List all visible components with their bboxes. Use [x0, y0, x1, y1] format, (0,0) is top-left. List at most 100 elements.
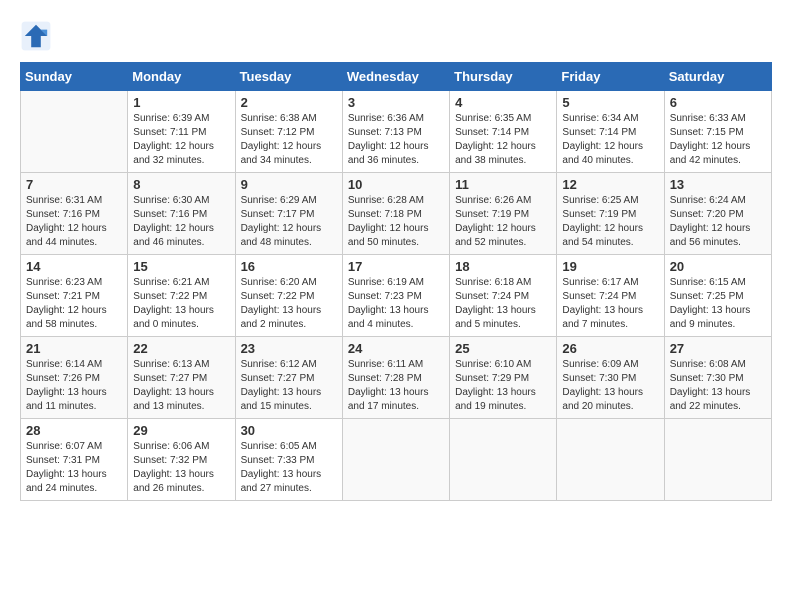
weekday-header: Wednesday	[342, 63, 449, 91]
day-number: 10	[348, 177, 444, 192]
page-header	[20, 20, 772, 52]
day-info: Sunrise: 6:36 AMSunset: 7:13 PMDaylight:…	[348, 112, 444, 168]
day-info: Sunrise: 6:28 AMSunset: 7:18 PMDaylight:…	[348, 194, 444, 250]
day-number: 14	[26, 259, 122, 274]
day-info: Sunrise: 6:11 AMSunset: 7:28 PMDaylight:…	[348, 358, 444, 414]
calendar-cell: 29 Sunrise: 6:06 AMSunset: 7:32 PMDayligh…	[128, 419, 235, 501]
day-number: 18	[455, 259, 551, 274]
day-number: 25	[455, 341, 551, 356]
calendar-cell: 4 Sunrise: 6:35 AMSunset: 7:14 PMDaylight…	[450, 91, 557, 173]
calendar-cell	[450, 419, 557, 501]
day-number: 21	[26, 341, 122, 356]
calendar-cell: 20 Sunrise: 6:15 AMSunset: 7:25 PMDayligh…	[664, 255, 771, 337]
day-number: 20	[670, 259, 766, 274]
day-number: 16	[241, 259, 337, 274]
weekday-header: Saturday	[664, 63, 771, 91]
calendar-cell: 8 Sunrise: 6:30 AMSunset: 7:16 PMDaylight…	[128, 173, 235, 255]
day-info: Sunrise: 6:14 AMSunset: 7:26 PMDaylight:…	[26, 358, 122, 414]
calendar-cell: 14 Sunrise: 6:23 AMSunset: 7:21 PMDayligh…	[21, 255, 128, 337]
day-info: Sunrise: 6:31 AMSunset: 7:16 PMDaylight:…	[26, 194, 122, 250]
day-number: 12	[562, 177, 658, 192]
calendar-cell: 11 Sunrise: 6:26 AMSunset: 7:19 PMDayligh…	[450, 173, 557, 255]
calendar-cell: 24 Sunrise: 6:11 AMSunset: 7:28 PMDayligh…	[342, 337, 449, 419]
weekday-header: Monday	[128, 63, 235, 91]
day-info: Sunrise: 6:09 AMSunset: 7:30 PMDaylight:…	[562, 358, 658, 414]
day-number: 6	[670, 95, 766, 110]
day-info: Sunrise: 6:29 AMSunset: 7:17 PMDaylight:…	[241, 194, 337, 250]
day-info: Sunrise: 6:38 AMSunset: 7:12 PMDaylight:…	[241, 112, 337, 168]
day-info: Sunrise: 6:19 AMSunset: 7:23 PMDaylight:…	[348, 276, 444, 332]
calendar-cell: 1 Sunrise: 6:39 AMSunset: 7:11 PMDaylight…	[128, 91, 235, 173]
calendar-cell: 6 Sunrise: 6:33 AMSunset: 7:15 PMDaylight…	[664, 91, 771, 173]
day-info: Sunrise: 6:26 AMSunset: 7:19 PMDaylight:…	[455, 194, 551, 250]
day-info: Sunrise: 6:24 AMSunset: 7:20 PMDaylight:…	[670, 194, 766, 250]
calendar-cell	[664, 419, 771, 501]
day-info: Sunrise: 6:05 AMSunset: 7:33 PMDaylight:…	[241, 440, 337, 496]
day-info: Sunrise: 6:13 AMSunset: 7:27 PMDaylight:…	[133, 358, 229, 414]
calendar-cell: 25 Sunrise: 6:10 AMSunset: 7:29 PMDayligh…	[450, 337, 557, 419]
day-info: Sunrise: 6:21 AMSunset: 7:22 PMDaylight:…	[133, 276, 229, 332]
day-info: Sunrise: 6:10 AMSunset: 7:29 PMDaylight:…	[455, 358, 551, 414]
calendar-cell: 7 Sunrise: 6:31 AMSunset: 7:16 PMDaylight…	[21, 173, 128, 255]
day-number: 19	[562, 259, 658, 274]
calendar-cell: 18 Sunrise: 6:18 AMSunset: 7:24 PMDayligh…	[450, 255, 557, 337]
day-number: 11	[455, 177, 551, 192]
calendar-cell: 27 Sunrise: 6:08 AMSunset: 7:30 PMDayligh…	[664, 337, 771, 419]
day-info: Sunrise: 6:06 AMSunset: 7:32 PMDaylight:…	[133, 440, 229, 496]
calendar-cell: 22 Sunrise: 6:13 AMSunset: 7:27 PMDayligh…	[128, 337, 235, 419]
logo-icon	[20, 20, 52, 52]
calendar-cell: 16 Sunrise: 6:20 AMSunset: 7:22 PMDayligh…	[235, 255, 342, 337]
day-number: 7	[26, 177, 122, 192]
calendar-cell: 17 Sunrise: 6:19 AMSunset: 7:23 PMDayligh…	[342, 255, 449, 337]
day-number: 30	[241, 423, 337, 438]
calendar-cell: 21 Sunrise: 6:14 AMSunset: 7:26 PMDayligh…	[21, 337, 128, 419]
calendar-cell	[342, 419, 449, 501]
calendar-cell: 10 Sunrise: 6:28 AMSunset: 7:18 PMDayligh…	[342, 173, 449, 255]
day-info: Sunrise: 6:17 AMSunset: 7:24 PMDaylight:…	[562, 276, 658, 332]
day-number: 23	[241, 341, 337, 356]
calendar-cell: 23 Sunrise: 6:12 AMSunset: 7:27 PMDayligh…	[235, 337, 342, 419]
calendar-cell: 30 Sunrise: 6:05 AMSunset: 7:33 PMDayligh…	[235, 419, 342, 501]
calendar-cell: 26 Sunrise: 6:09 AMSunset: 7:30 PMDayligh…	[557, 337, 664, 419]
calendar-table: SundayMondayTuesdayWednesdayThursdayFrid…	[20, 62, 772, 501]
day-info: Sunrise: 6:07 AMSunset: 7:31 PMDaylight:…	[26, 440, 122, 496]
calendar-cell: 28 Sunrise: 6:07 AMSunset: 7:31 PMDayligh…	[21, 419, 128, 501]
calendar-cell: 19 Sunrise: 6:17 AMSunset: 7:24 PMDayligh…	[557, 255, 664, 337]
day-number: 5	[562, 95, 658, 110]
day-number: 4	[455, 95, 551, 110]
calendar-cell: 15 Sunrise: 6:21 AMSunset: 7:22 PMDayligh…	[128, 255, 235, 337]
day-number: 8	[133, 177, 229, 192]
day-number: 9	[241, 177, 337, 192]
weekday-header: Thursday	[450, 63, 557, 91]
day-info: Sunrise: 6:08 AMSunset: 7:30 PMDaylight:…	[670, 358, 766, 414]
calendar-cell: 9 Sunrise: 6:29 AMSunset: 7:17 PMDaylight…	[235, 173, 342, 255]
day-info: Sunrise: 6:18 AMSunset: 7:24 PMDaylight:…	[455, 276, 551, 332]
day-info: Sunrise: 6:34 AMSunset: 7:14 PMDaylight:…	[562, 112, 658, 168]
day-number: 27	[670, 341, 766, 356]
day-number: 26	[562, 341, 658, 356]
calendar-cell: 12Sunrise: 6:25 AMSunset: 7:19 PMDayligh…	[557, 173, 664, 255]
day-info: Sunrise: 6:23 AMSunset: 7:21 PMDaylight:…	[26, 276, 122, 332]
day-number: 13	[670, 177, 766, 192]
day-info: Sunrise: 6:33 AMSunset: 7:15 PMDaylight:…	[670, 112, 766, 168]
weekday-header: Tuesday	[235, 63, 342, 91]
calendar-cell: 5 Sunrise: 6:34 AMSunset: 7:14 PMDaylight…	[557, 91, 664, 173]
day-number: 1	[133, 95, 229, 110]
day-info: Sunrise: 6:12 AMSunset: 7:27 PMDaylight:…	[241, 358, 337, 414]
day-info: Sunrise: 6:35 AMSunset: 7:14 PMDaylight:…	[455, 112, 551, 168]
calendar-cell: 13 Sunrise: 6:24 AMSunset: 7:20 PMDayligh…	[664, 173, 771, 255]
day-number: 15	[133, 259, 229, 274]
day-info: Sunrise: 6:20 AMSunset: 7:22 PMDaylight:…	[241, 276, 337, 332]
calendar-cell: 3Sunrise: 6:36 AMSunset: 7:13 PMDaylight…	[342, 91, 449, 173]
day-number: 28	[26, 423, 122, 438]
weekday-header: Sunday	[21, 63, 128, 91]
logo	[20, 20, 56, 52]
calendar-header: SundayMondayTuesdayWednesdayThursdayFrid…	[21, 63, 772, 91]
day-number: 29	[133, 423, 229, 438]
day-number: 17	[348, 259, 444, 274]
day-number: 24	[348, 341, 444, 356]
day-info: Sunrise: 6:30 AMSunset: 7:16 PMDaylight:…	[133, 194, 229, 250]
day-info: Sunrise: 6:15 AMSunset: 7:25 PMDaylight:…	[670, 276, 766, 332]
day-info: Sunrise: 6:39 AMSunset: 7:11 PMDaylight:…	[133, 112, 229, 168]
day-number: 22	[133, 341, 229, 356]
